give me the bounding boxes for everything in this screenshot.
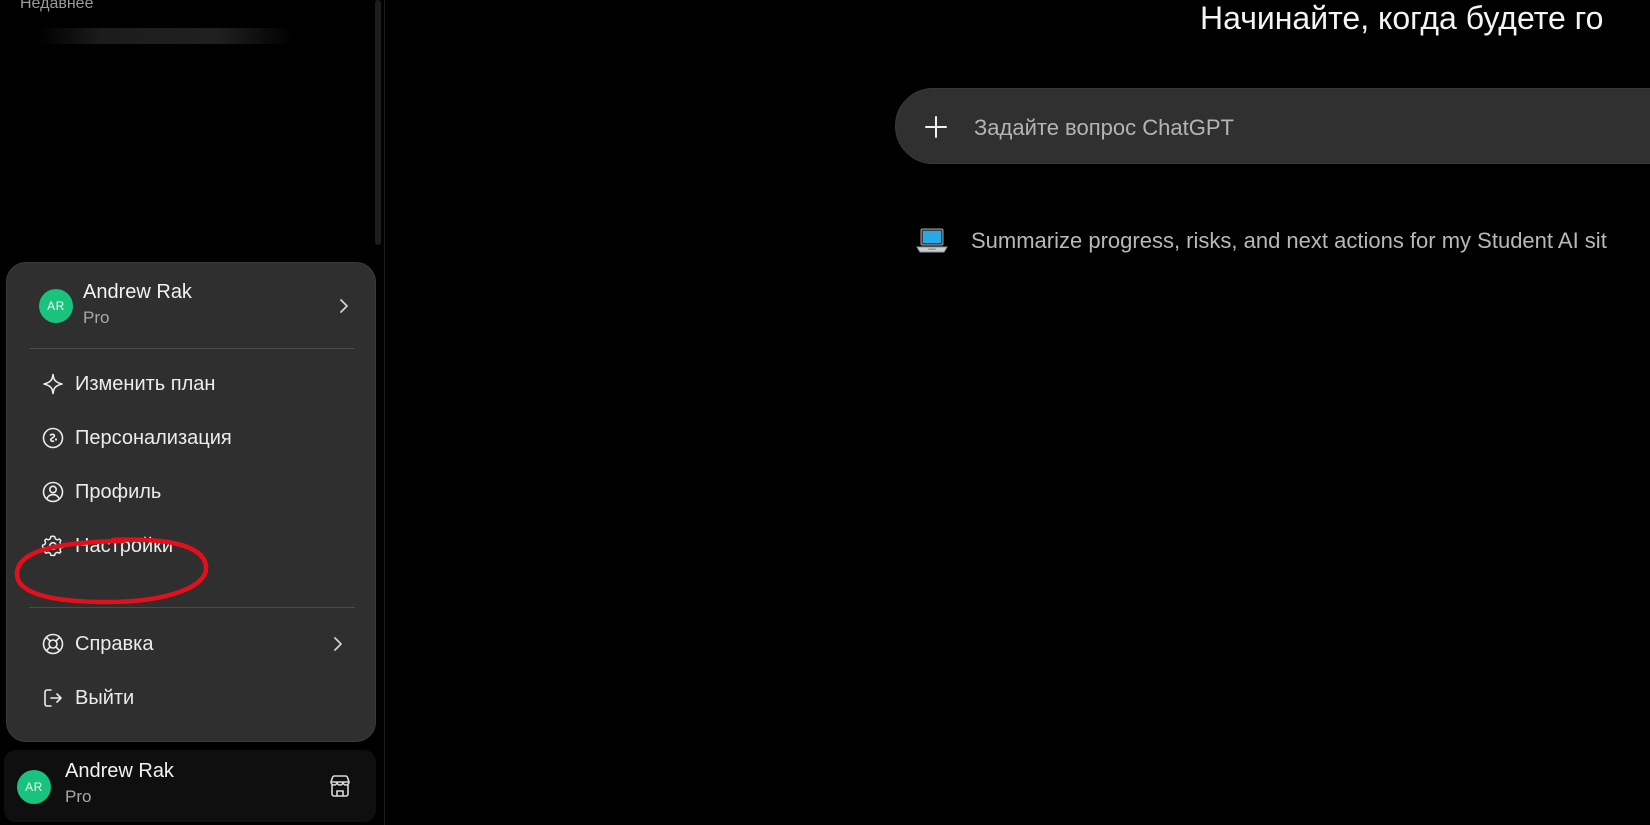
recent-heading: Недавнее bbox=[20, 0, 94, 12]
menu-item-upgrade-plan[interactable]: Изменить план bbox=[27, 362, 357, 406]
menu-item-label: Справка bbox=[75, 633, 154, 655]
greeting-heading: Начинайте, когда будете го bbox=[1200, 0, 1604, 36]
logout-icon bbox=[44, 689, 62, 707]
plus-icon[interactable] bbox=[922, 113, 950, 141]
chevron-right-icon bbox=[334, 637, 342, 651]
suggestion-text: Summarize progress, risks, and next acti… bbox=[971, 228, 1607, 253]
menu-item-profile[interactable]: Профиль bbox=[27, 470, 357, 514]
profile-icon bbox=[42, 481, 64, 503]
recent-chat-item[interactable] bbox=[38, 28, 294, 44]
menu-item-label: Изменить план bbox=[75, 373, 216, 395]
prompt-input[interactable] bbox=[972, 107, 1650, 149]
personalization-icon bbox=[42, 427, 64, 449]
sparkle-icon bbox=[43, 373, 63, 395]
shop-icon[interactable] bbox=[326, 772, 354, 800]
menu-user-name: Andrew Rak bbox=[83, 281, 192, 303]
account-bar-name: Andrew Rak bbox=[65, 760, 174, 782]
chevron-right-icon bbox=[340, 299, 348, 313]
menu-divider bbox=[29, 348, 355, 349]
menu-item-logout[interactable]: Выйти bbox=[27, 676, 357, 720]
menu-item-help[interactable]: Справка bbox=[27, 622, 357, 666]
menu-item-label: Персонализация bbox=[75, 427, 232, 449]
avatar: AR bbox=[39, 289, 73, 323]
account-bar[interactable]: AR Andrew Rak Pro bbox=[4, 750, 376, 822]
avatar: AR bbox=[17, 770, 51, 804]
gear-icon bbox=[41, 535, 64, 557]
composer bbox=[895, 88, 1650, 164]
menu-user-row[interactable]: AR Andrew Rak Pro bbox=[23, 277, 359, 335]
account-menu: AR Andrew Rak Pro Изменить план Персонал… bbox=[6, 262, 376, 742]
menu-item-label: Настройки bbox=[75, 535, 174, 557]
menu-item-label: Профиль bbox=[75, 481, 162, 503]
suggestion-item[interactable]: Summarize progress, risks, and next acti… bbox=[915, 222, 1650, 262]
menu-user-plan: Pro bbox=[83, 308, 110, 327]
account-bar-plan: Pro bbox=[65, 787, 92, 806]
lifebuoy-icon bbox=[42, 633, 64, 655]
menu-item-label: Выйти bbox=[75, 687, 135, 709]
sidebar-scrollbar[interactable] bbox=[375, 0, 381, 245]
laptop-icon bbox=[916, 228, 948, 253]
menu-item-settings[interactable]: Настройки bbox=[27, 524, 357, 568]
menu-divider bbox=[29, 607, 355, 608]
menu-item-personalization[interactable]: Персонализация bbox=[27, 416, 357, 460]
sidebar: Недавнее AR Andrew Rak Pro Изменить план bbox=[0, 0, 385, 825]
app-root: Недавнее AR Andrew Rak Pro Изменить план bbox=[0, 0, 1650, 825]
